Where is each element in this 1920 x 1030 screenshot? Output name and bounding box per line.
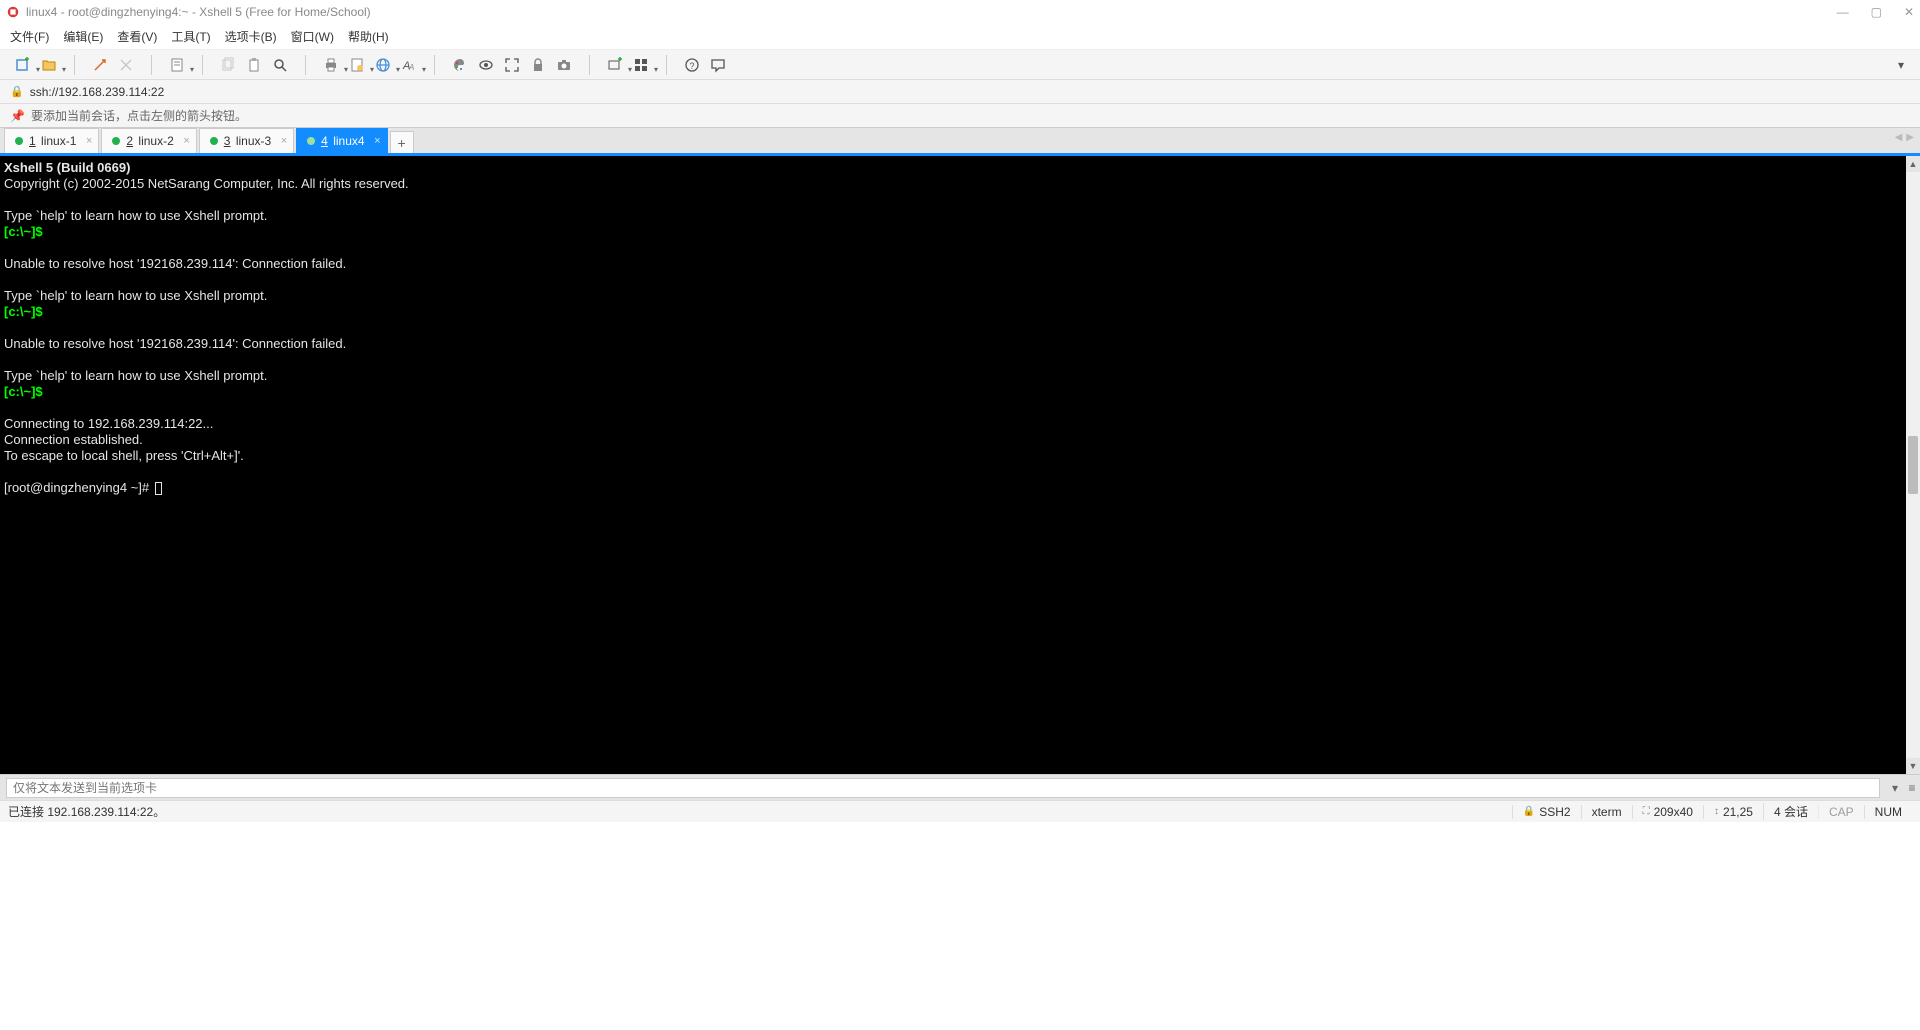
terminal-area: Xshell 5 (Build 0669) Copyright (c) 2002… (0, 156, 1920, 774)
status-cursor-pos: ↕21,25 (1703, 805, 1763, 819)
svg-text:A: A (408, 63, 414, 72)
status-dot-icon (307, 137, 315, 145)
minimize-button[interactable]: — (1837, 5, 1849, 19)
toolbar-separator (589, 55, 590, 75)
send-bar: ▾ ≡ (0, 774, 1920, 800)
find-button[interactable] (269, 54, 291, 76)
status-dot-icon (210, 137, 218, 145)
lock-button[interactable] (527, 54, 549, 76)
toolbar-separator (74, 55, 75, 75)
help-button[interactable]: ? (681, 54, 703, 76)
print-button[interactable] (320, 54, 342, 76)
maximize-button[interactable]: ▢ (1871, 5, 1882, 19)
cursor-icon: ↕ (1714, 806, 1719, 817)
color-scheme-button[interactable] (449, 54, 471, 76)
status-sessions: 4 会话 (1763, 803, 1818, 820)
disconnect-button[interactable] (115, 54, 137, 76)
menu-tabs[interactable]: 选项卡(B) (225, 28, 277, 45)
app-icon (6, 5, 20, 19)
status-size: ⛶209x40 (1632, 805, 1703, 819)
terminal-scrollbar[interactable]: ▲ ▼ (1906, 156, 1920, 774)
toolbar: AA ? ▾ (0, 50, 1920, 80)
open-session-button[interactable] (38, 54, 60, 76)
tab-close-button[interactable]: × (86, 135, 92, 147)
scroll-up-icon[interactable]: ▲ (1906, 156, 1920, 172)
scroll-thumb[interactable] (1908, 436, 1918, 494)
menu-edit[interactable]: 编辑(E) (63, 28, 103, 45)
hint-bar: 📌 要添加当前会话，点击左侧的箭头按钮。 (0, 104, 1920, 128)
terminal-cursor (155, 482, 162, 495)
session-tab-2[interactable]: 2 linux-2 × (101, 128, 196, 153)
tab-close-button[interactable]: × (281, 135, 287, 147)
send-menu-button[interactable]: ≡ (1904, 781, 1920, 795)
tab-nav: ◀ ▶ (1895, 132, 1914, 143)
menu-bar: 文件(F) 编辑(E) 查看(V) 工具(T) 选项卡(B) 窗口(W) 帮助(… (0, 24, 1920, 50)
status-capslock: CAP (1818, 805, 1864, 819)
toolbar-separator (434, 55, 435, 75)
paste-button[interactable] (243, 54, 265, 76)
terminal[interactable]: Xshell 5 (Build 0669) Copyright (c) 2002… (0, 156, 1498, 774)
address-text: ssh://192.168.239.114:22 (30, 85, 165, 99)
toolbar-overflow-button[interactable]: ▾ (1890, 54, 1912, 76)
svg-text:?: ? (690, 61, 695, 71)
hint-text: 要添加当前会话，点击左侧的箭头按钮。 (31, 107, 247, 124)
pin-icon[interactable]: 📌 (10, 109, 25, 123)
title-bar: linux4 - root@dingzhenying4:~ - Xshell 5… (0, 0, 1920, 24)
menu-view[interactable]: 查看(V) (117, 28, 157, 45)
size-icon: ⛶ (1643, 806, 1650, 817)
status-connection: 已连接 192.168.239.114:22。 (8, 803, 1512, 820)
new-session-button[interactable] (12, 54, 34, 76)
highlight-button[interactable] (475, 54, 497, 76)
toolbar-separator (202, 55, 203, 75)
tab-next-button[interactable]: ▶ (1906, 132, 1914, 143)
window-title: linux4 - root@dingzhenying4:~ - Xshell 5… (26, 5, 1837, 19)
address-bar[interactable]: 🔒 ssh://192.168.239.114:22 (0, 80, 1920, 104)
tab-close-button[interactable]: × (183, 135, 189, 147)
log-button[interactable] (346, 54, 368, 76)
fullscreen-button[interactable] (501, 54, 523, 76)
menu-tools[interactable]: 工具(T) (171, 28, 210, 45)
status-bar: 已连接 192.168.239.114:22。 🔒SSH2 xterm ⛶209… (0, 800, 1920, 822)
menu-window[interactable]: 窗口(W) (291, 28, 334, 45)
toolbar-separator (666, 55, 667, 75)
font-button[interactable]: AA (398, 54, 420, 76)
session-tab-1[interactable]: 1 linux-1 × (4, 128, 99, 153)
menu-help[interactable]: 帮助(H) (348, 28, 389, 45)
screenshot-button[interactable] (553, 54, 575, 76)
status-term-type: xterm (1581, 805, 1632, 819)
menu-file[interactable]: 文件(F) (10, 28, 49, 45)
close-button[interactable]: ✕ (1904, 5, 1914, 19)
encoding-button[interactable] (372, 54, 394, 76)
session-tab-3[interactable]: 3 linux-3 × (199, 128, 294, 153)
feedback-button[interactable] (707, 54, 729, 76)
scroll-down-icon[interactable]: ▼ (1906, 758, 1920, 774)
new-tab-button[interactable]: + (390, 131, 414, 153)
reconnect-button[interactable] (89, 54, 111, 76)
copy-button[interactable] (217, 54, 239, 76)
status-numlock: NUM (1864, 805, 1912, 819)
lock-small-icon: 🔒 (1523, 806, 1535, 817)
tab-bar: 1 linux-1 × 2 linux-2 × 3 linux-3 × 4 li… (0, 128, 1920, 156)
send-input[interactable] (6, 778, 1880, 798)
tile-button[interactable] (630, 54, 652, 76)
tab-prev-button[interactable]: ◀ (1895, 132, 1903, 143)
toolbar-separator (305, 55, 306, 75)
status-dot-icon (15, 137, 23, 145)
session-tab-4[interactable]: 4 linux4 × (296, 128, 387, 153)
tab-close-button[interactable]: × (374, 135, 380, 147)
send-mode-dropdown[interactable]: ▾ (1886, 781, 1904, 795)
lock-icon: 🔒 (10, 85, 24, 98)
toolbar-separator (151, 55, 152, 75)
new-window-button[interactable] (604, 54, 626, 76)
properties-button[interactable] (166, 54, 188, 76)
status-dot-icon (112, 137, 120, 145)
status-protocol: 🔒SSH2 (1512, 805, 1581, 819)
